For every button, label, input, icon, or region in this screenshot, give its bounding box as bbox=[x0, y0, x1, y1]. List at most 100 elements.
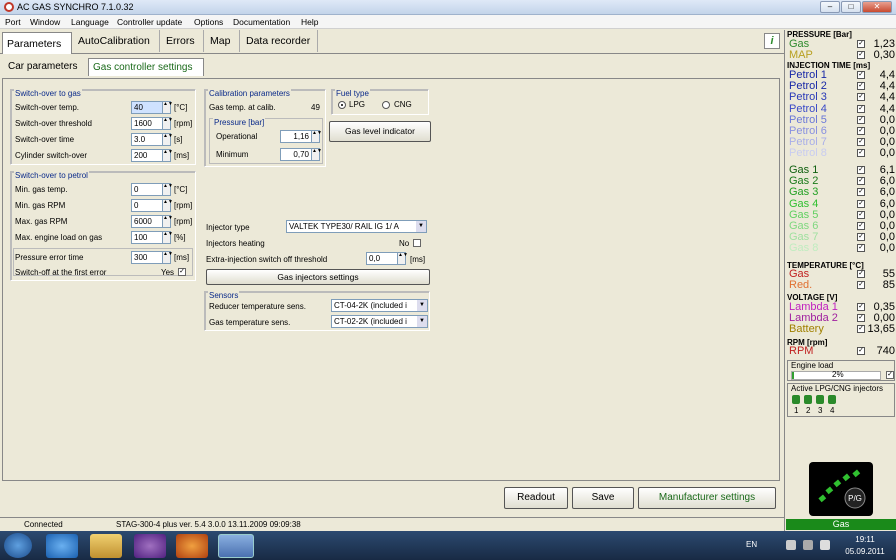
menu-documentation[interactable]: Documentation bbox=[233, 16, 290, 28]
extra-injection-input[interactable]: 0,0 bbox=[366, 252, 398, 265]
injector-type-select[interactable]: VALTEK TYPE30/ RAIL IG 1/ A ▼ bbox=[286, 220, 427, 233]
monitor-row-checkbox[interactable]: ✓ bbox=[857, 51, 865, 60]
monitor-row-checkbox[interactable]: ✓ bbox=[857, 210, 865, 219]
close-button[interactable]: ✕ bbox=[862, 1, 892, 13]
tray-icon[interactable] bbox=[786, 540, 796, 550]
spin-icon[interactable]: ▲▼ bbox=[162, 199, 173, 212]
tab-car-parameters[interactable]: Car parameters bbox=[4, 58, 88, 76]
gas-injectors-settings-button[interactable]: Gas injectors settings bbox=[206, 269, 430, 285]
monitor-row-checkbox[interactable]: ✓ bbox=[857, 71, 865, 79]
tab-gas-controller-settings[interactable]: Gas controller settings bbox=[88, 58, 204, 76]
monitor-row-checkbox[interactable]: ✓ bbox=[857, 270, 865, 278]
spin-icon[interactable]: ▲▼ bbox=[162, 251, 173, 264]
save-button[interactable]: Save bbox=[572, 487, 634, 509]
monitor-row-checkbox[interactable]: ✓ bbox=[857, 325, 865, 334]
max-gas-rpm-input[interactable]: 6000 bbox=[131, 215, 163, 228]
lpg-radio[interactable] bbox=[338, 101, 346, 109]
monitor-row-checkbox[interactable]: ✓ bbox=[857, 199, 865, 208]
gas-level-indicator-button[interactable]: Gas level indicator bbox=[329, 121, 431, 142]
spin-icon[interactable]: ▲▼ bbox=[162, 117, 173, 130]
monitor-row-checkbox[interactable]: ✓ bbox=[857, 233, 865, 242]
fuel-gauge[interactable]: P/G bbox=[809, 462, 873, 516]
spin-icon[interactable]: ▲▼ bbox=[397, 252, 408, 265]
firefox-icon[interactable] bbox=[176, 534, 208, 558]
unit-label: [°C] bbox=[174, 103, 188, 112]
tab-map[interactable]: Map bbox=[206, 30, 240, 52]
injector-icon bbox=[792, 395, 800, 404]
language-indicator[interactable]: EN bbox=[746, 540, 757, 549]
engine-load-checkbox[interactable]: ✓ bbox=[886, 371, 894, 379]
volume-icon[interactable] bbox=[820, 540, 830, 550]
tab-errors[interactable]: Errors bbox=[162, 30, 204, 52]
field-label: Extra-injection switch off threshold bbox=[206, 255, 328, 264]
minimize-button[interactable]: – bbox=[820, 1, 840, 13]
ac-gas-synchro-task-icon[interactable] bbox=[218, 534, 254, 558]
menu-language[interactable]: Language bbox=[71, 16, 109, 28]
tab-parameters[interactable]: Parameters bbox=[2, 32, 72, 54]
monitor-row-checkbox[interactable]: ✓ bbox=[857, 127, 865, 135]
switch-threshold-input[interactable]: 1600 bbox=[131, 117, 163, 130]
cng-radio[interactable] bbox=[382, 101, 390, 109]
spin-icon[interactable]: ▲▼ bbox=[162, 149, 173, 162]
monitor-row-checkbox[interactable]: ✓ bbox=[857, 149, 865, 158]
gas-sensor-select[interactable]: CT-02-2K (included i ▼ bbox=[331, 315, 428, 328]
spin-icon[interactable]: ▲▼ bbox=[162, 231, 173, 244]
maximize-button[interactable]: □ bbox=[841, 1, 861, 13]
file-explorer-icon[interactable] bbox=[90, 534, 122, 558]
spin-icon[interactable]: ▲▼ bbox=[162, 101, 173, 114]
monitor-row-checkbox[interactable]: ✓ bbox=[857, 281, 865, 290]
monitor-row-checkbox[interactable]: ✓ bbox=[857, 347, 865, 355]
cylinder-switch-input[interactable]: 200 bbox=[131, 149, 163, 162]
monitor-row-checkbox[interactable]: ✓ bbox=[857, 40, 865, 48]
monitor-row-checkbox[interactable]: ✓ bbox=[857, 138, 865, 147]
reducer-sensor-select[interactable]: CT-04-2K (included i ▼ bbox=[331, 299, 428, 312]
monitor-row-checkbox[interactable]: ✓ bbox=[857, 177, 865, 186]
first-error-checkbox[interactable]: ✓ bbox=[178, 268, 186, 276]
monitor-row-value: 6,0 bbox=[879, 197, 895, 210]
switch-temp-input[interactable]: 40 bbox=[131, 101, 163, 114]
tab-data-recorder[interactable]: Data recorder bbox=[242, 30, 318, 52]
monitor-row-checkbox[interactable]: ✓ bbox=[857, 222, 865, 230]
menu-window[interactable]: Window bbox=[30, 16, 60, 28]
monitor-row-name: Gas 3 bbox=[789, 186, 819, 199]
monitor-row-checkbox[interactable]: ✓ bbox=[857, 188, 865, 197]
readout-button[interactable]: Readout bbox=[504, 487, 568, 509]
monitor-row: Red. ✓ 85 bbox=[789, 280, 895, 291]
spin-icon[interactable]: ▲▼ bbox=[311, 130, 322, 143]
spin-icon[interactable]: ▲▼ bbox=[162, 183, 173, 196]
monitor-row: Petrol 3 ✓ 4,4 bbox=[789, 92, 895, 103]
tab-autocalibration[interactable]: AutoCalibration bbox=[74, 30, 160, 52]
min-gas-temp-input[interactable]: 0 bbox=[131, 183, 163, 196]
menu-options[interactable]: Options bbox=[194, 16, 223, 28]
pressure-error-time-input[interactable]: 300 bbox=[131, 251, 163, 264]
monitor-row-checkbox[interactable]: ✓ bbox=[857, 303, 865, 311]
menu-controller-update[interactable]: Controller update bbox=[117, 16, 182, 28]
switch-time-input[interactable]: 3.0 bbox=[131, 133, 163, 146]
operational-pressure-input[interactable]: 1,16 bbox=[280, 130, 312, 143]
minimum-pressure-input[interactable]: 0,70 bbox=[280, 148, 312, 161]
monitor-row-checkbox[interactable]: ✓ bbox=[857, 244, 865, 253]
menu-port[interactable]: Port bbox=[5, 16, 21, 28]
field-label: Gas temperature sens. bbox=[209, 318, 291, 327]
spin-icon[interactable]: ▲▼ bbox=[162, 133, 173, 146]
min-gas-rpm-input[interactable]: 0 bbox=[131, 199, 163, 212]
messenger-icon[interactable] bbox=[134, 534, 166, 558]
menu-help[interactable]: Help bbox=[301, 16, 318, 28]
injectors-heating-checkbox[interactable] bbox=[413, 239, 421, 247]
monitor-row-checkbox[interactable]: ✓ bbox=[857, 166, 865, 174]
internet-explorer-icon[interactable] bbox=[46, 534, 78, 558]
monitor-row-checkbox[interactable]: ✓ bbox=[857, 314, 865, 323]
monitor-row-checkbox[interactable]: ✓ bbox=[857, 104, 865, 113]
spin-icon[interactable]: ▲▼ bbox=[311, 148, 322, 161]
unit-label: [rpm] bbox=[174, 119, 193, 128]
help-info-icon[interactable]: i bbox=[764, 33, 780, 49]
monitor-panel: PRESSURE [Bar] Gas ✓ 1,23 MAP ✓ 0,30 INJECTIO… bbox=[784, 30, 896, 531]
max-engine-load-input[interactable]: 100 bbox=[131, 231, 163, 244]
network-icon[interactable] bbox=[803, 540, 813, 550]
manufacturer-settings-button[interactable]: Manufacturer settings bbox=[638, 487, 776, 509]
monitor-row-checkbox[interactable]: ✓ bbox=[857, 93, 865, 102]
monitor-row-checkbox[interactable]: ✓ bbox=[857, 82, 865, 91]
spin-icon[interactable]: ▲▼ bbox=[162, 215, 173, 228]
start-button-icon[interactable] bbox=[4, 533, 32, 558]
monitor-row-checkbox[interactable]: ✓ bbox=[857, 115, 865, 124]
